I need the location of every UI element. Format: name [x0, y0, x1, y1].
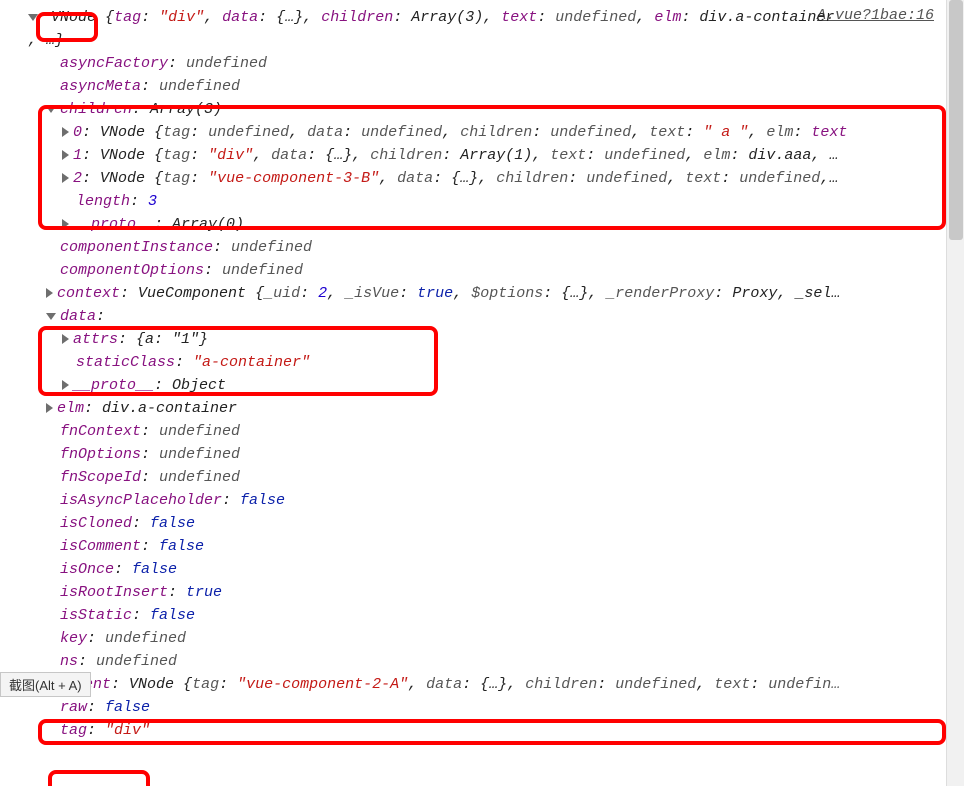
prop-ns[interactable]: ns: undefined — [0, 650, 964, 673]
disclosure-triangle-icon[interactable] — [62, 173, 69, 183]
vertical-scrollbar[interactable] — [946, 0, 964, 786]
prop-data[interactable]: data: — [0, 305, 964, 328]
prop-fnOptions[interactable]: fnOptions: undefined — [0, 443, 964, 466]
children-proto[interactable]: __proto__: Array(0) — [0, 213, 964, 236]
prop-isComment[interactable]: isComment: false — [0, 535, 964, 558]
prop-isRootInsert[interactable]: isRootInsert: true — [0, 581, 964, 604]
child-0[interactable]: 0: VNode {tag: undefined, data: undefine… — [0, 121, 964, 144]
prop-children[interactable]: children: Array(3) — [0, 98, 964, 121]
disclosure-triangle-icon[interactable] — [62, 219, 69, 229]
disclosure-triangle-icon[interactable] — [62, 334, 69, 344]
prop-componentInstance[interactable]: componentInstance: undefined — [0, 236, 964, 259]
prop-isAsyncPlaceholder[interactable]: isAsyncPlaceholder: false — [0, 489, 964, 512]
prop-fnContext[interactable]: fnContext: undefined — [0, 420, 964, 443]
disclosure-triangle-icon[interactable] — [46, 106, 56, 113]
data-proto[interactable]: __proto__: Object — [0, 374, 964, 397]
prop-elm[interactable]: elm: div.a-container — [0, 397, 964, 420]
prop-isCloned[interactable]: isCloned: false — [0, 512, 964, 535]
console-object-tree: A.vue?1bae:16 VNode {tag: "div", data: {… — [0, 0, 964, 742]
object-header[interactable]: VNode {tag: "div", data: {…}, children: … — [0, 6, 964, 29]
header-trail: , …} — [0, 29, 964, 52]
disclosure-triangle-icon[interactable] — [28, 14, 38, 21]
prop-asyncFactory[interactable]: asyncFactory: undefined — [0, 52, 964, 75]
prop-componentOptions[interactable]: componentOptions: undefined — [0, 259, 964, 282]
screenshot-tooltip: 截图(Alt + A) — [0, 672, 91, 697]
disclosure-triangle-icon[interactable] — [46, 403, 53, 413]
child-2[interactable]: 2: VNode {tag: "vue-component-3-B", data… — [0, 167, 964, 190]
highlight-box — [48, 770, 150, 786]
children-length: length: 3 — [0, 190, 964, 213]
scrollbar-thumb[interactable] — [949, 0, 963, 240]
disclosure-triangle-icon[interactable] — [62, 380, 69, 390]
disclosure-triangle-icon[interactable] — [46, 313, 56, 320]
prop-tag[interactable]: tag: "div" — [0, 719, 964, 742]
prop-key[interactable]: key: undefined — [0, 627, 964, 650]
data-attrs[interactable]: attrs: {a: "1"} — [0, 328, 964, 351]
disclosure-triangle-icon[interactable] — [62, 150, 69, 160]
prop-raw[interactable]: raw: false — [0, 696, 964, 719]
disclosure-triangle-icon[interactable] — [62, 127, 69, 137]
prop-context[interactable]: context: VueComponent {_uid: 2, _isVue: … — [0, 282, 964, 305]
prop-isOnce[interactable]: isOnce: false — [0, 558, 964, 581]
child-1[interactable]: 1: VNode {tag: "div", data: {…}, childre… — [0, 144, 964, 167]
disclosure-triangle-icon[interactable] — [46, 288, 53, 298]
class-name: VNode — [51, 9, 96, 26]
prop-parent[interactable]: parent: VNode {tag: "vue-component-2-A",… — [0, 673, 964, 696]
prop-isStatic[interactable]: isStatic: false — [0, 604, 964, 627]
prop-fnScopeId[interactable]: fnScopeId: undefined — [0, 466, 964, 489]
prop-asyncMeta[interactable]: asyncMeta: undefined — [0, 75, 964, 98]
data-staticClass[interactable]: staticClass: "a-container" — [0, 351, 964, 374]
